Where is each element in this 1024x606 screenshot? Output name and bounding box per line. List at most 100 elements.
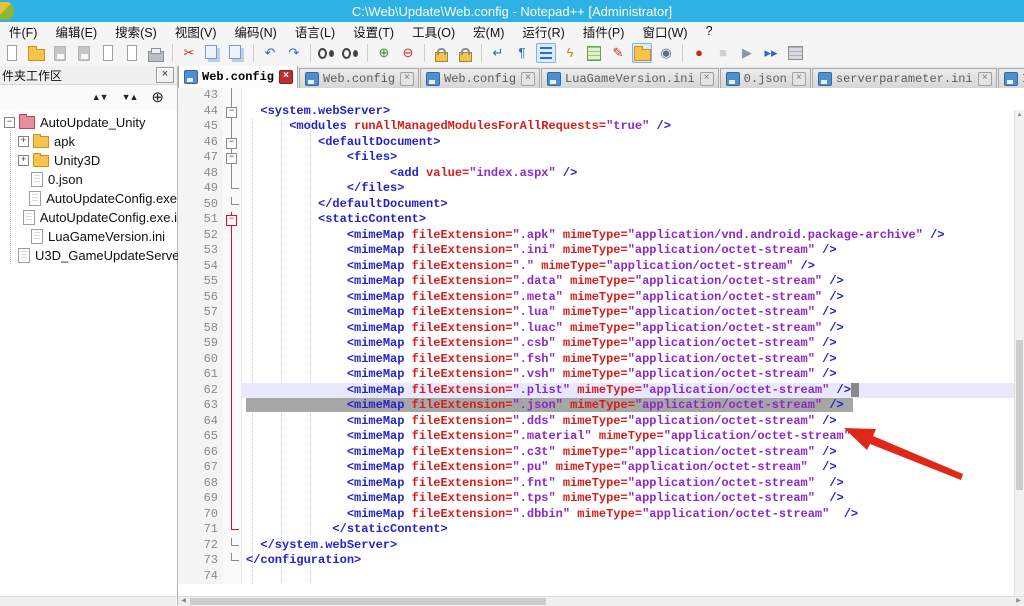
replace-icon[interactable] xyxy=(341,43,361,63)
code-line-56[interactable]: 56 <mimeMap fileExtension=".meta" mimeTy… xyxy=(178,290,1024,306)
open-file-icon[interactable] xyxy=(26,43,46,63)
menu-item-11[interactable]: 窗口(W) xyxy=(633,21,696,42)
function-list-icon[interactable]: ϟ xyxy=(560,43,580,63)
tab-web-config[interactable]: Web.config× xyxy=(420,68,540,88)
code-line-46[interactable]: 46− <defaultDocument> xyxy=(178,135,1024,151)
tree-item-u3d-gameupdateserve[interactable]: U3D_GameUpdateServe xyxy=(0,246,177,265)
show-all-characters-icon[interactable]: ¶ xyxy=(512,43,532,63)
tree-expander-icon[interactable]: − xyxy=(4,117,15,128)
code-line-74[interactable]: 74 xyxy=(178,569,1024,585)
tree-item-autoupdateconfig-exe[interactable]: AutoUpdateConfig.exe xyxy=(0,189,177,208)
menu-item-1[interactable]: 编辑(E) xyxy=(46,21,106,42)
code-line-57[interactable]: 57 <mimeMap fileExtension=".lua" mimeTyp… xyxy=(178,305,1024,321)
code-line-44[interactable]: 44− <system.webServer> xyxy=(178,104,1024,120)
code-line-54[interactable]: 54 <mimeMap fileExtension="." mimeType="… xyxy=(178,259,1024,275)
redo-icon[interactable]: ↷ xyxy=(284,43,304,63)
panel-horizontal-scrollbar[interactable] xyxy=(0,596,176,606)
fold-margin[interactable]: − xyxy=(223,212,242,228)
code-line-60[interactable]: 60 <mimeMap fileExtension=".fsh" mimeTyp… xyxy=(178,352,1024,368)
document-map-icon[interactable] xyxy=(584,43,604,63)
code-line-48[interactable]: 48 <add value="index.aspx" /> xyxy=(178,166,1024,182)
tab-serverparameter-ini[interactable]: serverparameter.ini× xyxy=(812,68,997,88)
fold-collapse-icon[interactable]: − xyxy=(226,138,237,149)
macro-play-icon[interactable]: ▶ xyxy=(737,43,757,63)
code-line-64[interactable]: 64 <mimeMap fileExtension=".dds" mimeTyp… xyxy=(178,414,1024,430)
fold-collapse-icon[interactable]: − xyxy=(226,215,237,226)
print-icon[interactable] xyxy=(146,43,166,63)
title-bar[interactable]: C:\Web\Update\Web.config - Notepad++ [Ad… xyxy=(0,0,1024,22)
panel-close-button[interactable]: × xyxy=(156,67,174,83)
tree-item-0-json[interactable]: 0.json xyxy=(0,170,177,189)
save-icon[interactable] xyxy=(50,43,70,63)
code-line-52[interactable]: 52 <mimeMap fileExtension=".apk" mimeTyp… xyxy=(178,228,1024,244)
code-line-66[interactable]: 66 <mimeMap fileExtension=".c3t" mimeTyp… xyxy=(178,445,1024,461)
code-line-71[interactable]: 71 </staticContent> xyxy=(178,522,1024,538)
tree-item-luagameversion-ini[interactable]: LuaGameVersion.ini xyxy=(0,227,177,246)
code-line-68[interactable]: 68 <mimeMap fileExtension=".fnt" mimeTyp… xyxy=(178,476,1024,492)
tab-close-icon[interactable]: × xyxy=(521,72,535,86)
menu-item-6[interactable]: 设置(T) xyxy=(344,21,403,42)
code-line-67[interactable]: 67 <mimeMap fileExtension=".pu" mimeType… xyxy=(178,460,1024,476)
scroll-right-arrow[interactable]: ▶ xyxy=(1013,597,1024,606)
macro-stop-icon[interactable]: ■ xyxy=(713,43,733,63)
close-all-icon[interactable] xyxy=(122,43,142,63)
code-line-63[interactable]: 63 <mimeMap fileExtension=".json" mimeTy… xyxy=(178,398,1024,414)
menu-item-9[interactable]: 运行(R) xyxy=(513,21,573,42)
menu-item-3[interactable]: 视图(V) xyxy=(166,21,226,42)
code-line-58[interactable]: 58 <mimeMap fileExtension=".luac" mimeTy… xyxy=(178,321,1024,337)
menu-item-10[interactable]: 插件(P) xyxy=(574,21,634,42)
fold-margin[interactable]: − xyxy=(223,150,242,166)
fold-collapse-icon[interactable]: − xyxy=(226,153,237,164)
macro-record-icon[interactable]: ● xyxy=(689,43,709,63)
indent-guide-icon[interactable] xyxy=(536,43,556,63)
tree-item-autoupdate-unity[interactable]: −AutoUpdate_Unity xyxy=(0,113,177,132)
fold-margin[interactable]: − xyxy=(223,104,242,120)
fold-collapse-icon[interactable]: − xyxy=(226,107,237,118)
tree-item-autoupdateconfig-exe-i[interactable]: AutoUpdateConfig.exe.i xyxy=(0,208,177,227)
scroll-left-arrow[interactable]: ◀ xyxy=(178,597,189,606)
edit-pen-icon[interactable]: ✎ xyxy=(608,43,628,63)
macro-run-multiple-icon[interactable]: ▸▸ xyxy=(761,43,781,63)
code-line-72[interactable]: 72 </system.webServer> xyxy=(178,538,1024,554)
save-all-icon[interactable] xyxy=(74,43,94,63)
code-line-73[interactable]: 73</configuration> xyxy=(178,553,1024,569)
zoom-out-icon[interactable]: ⊖ xyxy=(398,43,418,63)
tab-close-icon[interactable]: × xyxy=(279,70,293,84)
menu-item-12[interactable]: ? xyxy=(697,23,722,39)
code-line-45[interactable]: 45 <modules runAllManagedModulesForAllRe… xyxy=(178,119,1024,135)
zoom-in-icon[interactable]: ⊕ xyxy=(374,43,394,63)
copy-icon[interactable] xyxy=(203,43,223,63)
vertical-scroll-thumb[interactable] xyxy=(1016,340,1023,490)
vertical-scrollbar[interactable]: ▲ ▼ xyxy=(1014,110,1024,597)
tree-item-unity3d[interactable]: +Unity3D xyxy=(0,151,177,170)
menu-item-7[interactable]: 工具(O) xyxy=(403,21,464,42)
find-icon[interactable] xyxy=(317,43,337,63)
word-wrap-icon[interactable]: ↵ xyxy=(488,43,508,63)
collapse-all-icon[interactable]: ▼▲ xyxy=(122,93,138,102)
view-eye-icon[interactable]: ◉ xyxy=(656,43,676,63)
tab-close-icon[interactable]: × xyxy=(400,72,414,86)
tab-0-json[interactable]: 0.json× xyxy=(720,68,811,88)
code-line-49[interactable]: 49 </files> xyxy=(178,181,1024,197)
tab-web-config[interactable]: Web.config× xyxy=(178,66,298,88)
code-line-62[interactable]: 62 <mimeMap fileExtension=".plist" mimeT… xyxy=(178,383,1024,399)
close-icon[interactable] xyxy=(98,43,118,63)
code-line-55[interactable]: 55 <mimeMap fileExtension=".data" mimeTy… xyxy=(178,274,1024,290)
code-line-47[interactable]: 47− <files> xyxy=(178,150,1024,166)
macro-save-icon[interactable] xyxy=(785,43,805,63)
code-area[interactable]: 4344− <system.webServer>45 <modules runA… xyxy=(178,88,1024,597)
code-line-69[interactable]: 69 <mimeMap fileExtension=".tps" mimeTyp… xyxy=(178,491,1024,507)
menu-item-4[interactable]: 编码(N) xyxy=(225,21,285,42)
menu-item-5[interactable]: 语言(L) xyxy=(286,21,344,42)
horizontal-scroll-thumb[interactable] xyxy=(190,598,546,605)
tree-expander-icon[interactable]: + xyxy=(18,155,29,166)
scroll-up-arrow[interactable]: ▲ xyxy=(1015,110,1024,120)
fold-margin[interactable]: − xyxy=(223,135,242,151)
menu-item-2[interactable]: 搜索(S) xyxy=(106,21,166,42)
code-line-61[interactable]: 61 <mimeMap fileExtension=".vsh" mimeTyp… xyxy=(178,367,1024,383)
code-line-51[interactable]: 51− <staticContent> xyxy=(178,212,1024,228)
code-line-53[interactable]: 53 <mimeMap fileExtension=".ini" mimeTyp… xyxy=(178,243,1024,259)
move-item-icon[interactable]: ▲▼ xyxy=(92,93,108,102)
code-line-65[interactable]: 65 <mimeMap fileExtension=".material" mi… xyxy=(178,429,1024,445)
code-line-70[interactable]: 70 <mimeMap fileExtension=".dbbin" mimeT… xyxy=(178,507,1024,523)
